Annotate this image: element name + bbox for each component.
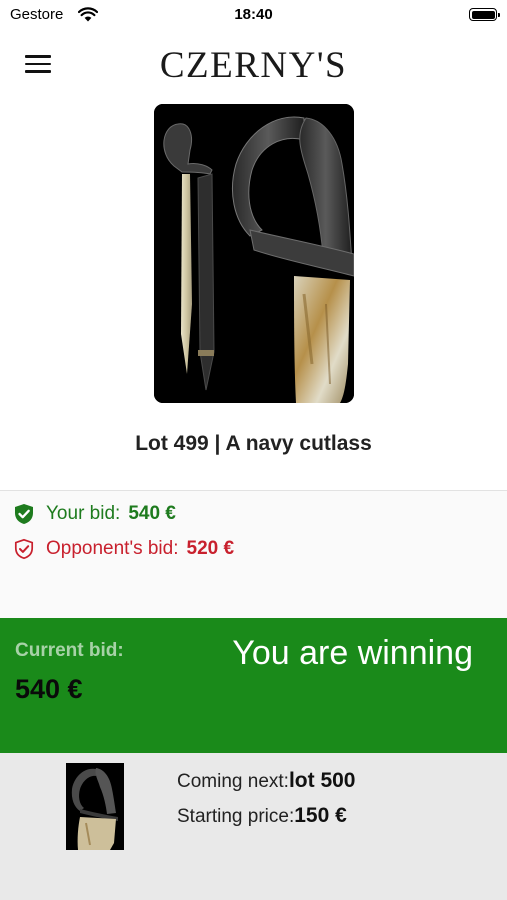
your-bid-value: 540 € (128, 503, 176, 524)
opponent-bid-row: Opponent's bid: 520 € (14, 536, 234, 562)
battery-icon (469, 8, 500, 21)
bids-panel: Your bid: 540 € Opponent's bid: 520 € (0, 491, 507, 618)
your-bid-row: Your bid: 540 € (14, 501, 176, 527)
coming-next-panel: Coming next:lot 500 Starting price:150 € (0, 753, 507, 900)
coming-next-label: Coming next: (177, 771, 289, 792)
navy-cutlass-thumbnail (66, 763, 124, 850)
winning-status: You are winning (232, 634, 473, 672)
shield-check-filled-icon (15, 504, 33, 524)
lot-image (154, 104, 354, 403)
opponent-bid-value: 520 € (186, 538, 235, 559)
coming-next-lot: lot 500 (288, 769, 356, 792)
shield-check-outline-icon (14, 538, 34, 560)
coming-next-line: Coming next:lot 500 (177, 769, 355, 793)
starting-price-label: Starting price: (177, 806, 295, 827)
current-bid-amount: 540 € (15, 674, 83, 704)
navy-cutlass-photo (154, 104, 354, 403)
lot-title: Lot 499 | A navy cutlass (135, 432, 372, 455)
next-lot-thumbnail (66, 763, 124, 850)
status-bar: Gestore 18:40 (0, 0, 507, 30)
current-bid-banner: Current bid: 540 € You are winning (0, 618, 507, 753)
opponent-bid-label: Opponent's bid: (46, 538, 179, 559)
app-logo: CZERNY'S (159, 45, 348, 86)
status-time: 18:40 (234, 6, 273, 23)
your-bid-label: Your bid: (46, 503, 121, 524)
starting-price-value: 150 € (294, 804, 347, 827)
current-bid-label: Current bid: (15, 640, 124, 661)
starting-price-line: Starting price:150 € (177, 804, 347, 828)
